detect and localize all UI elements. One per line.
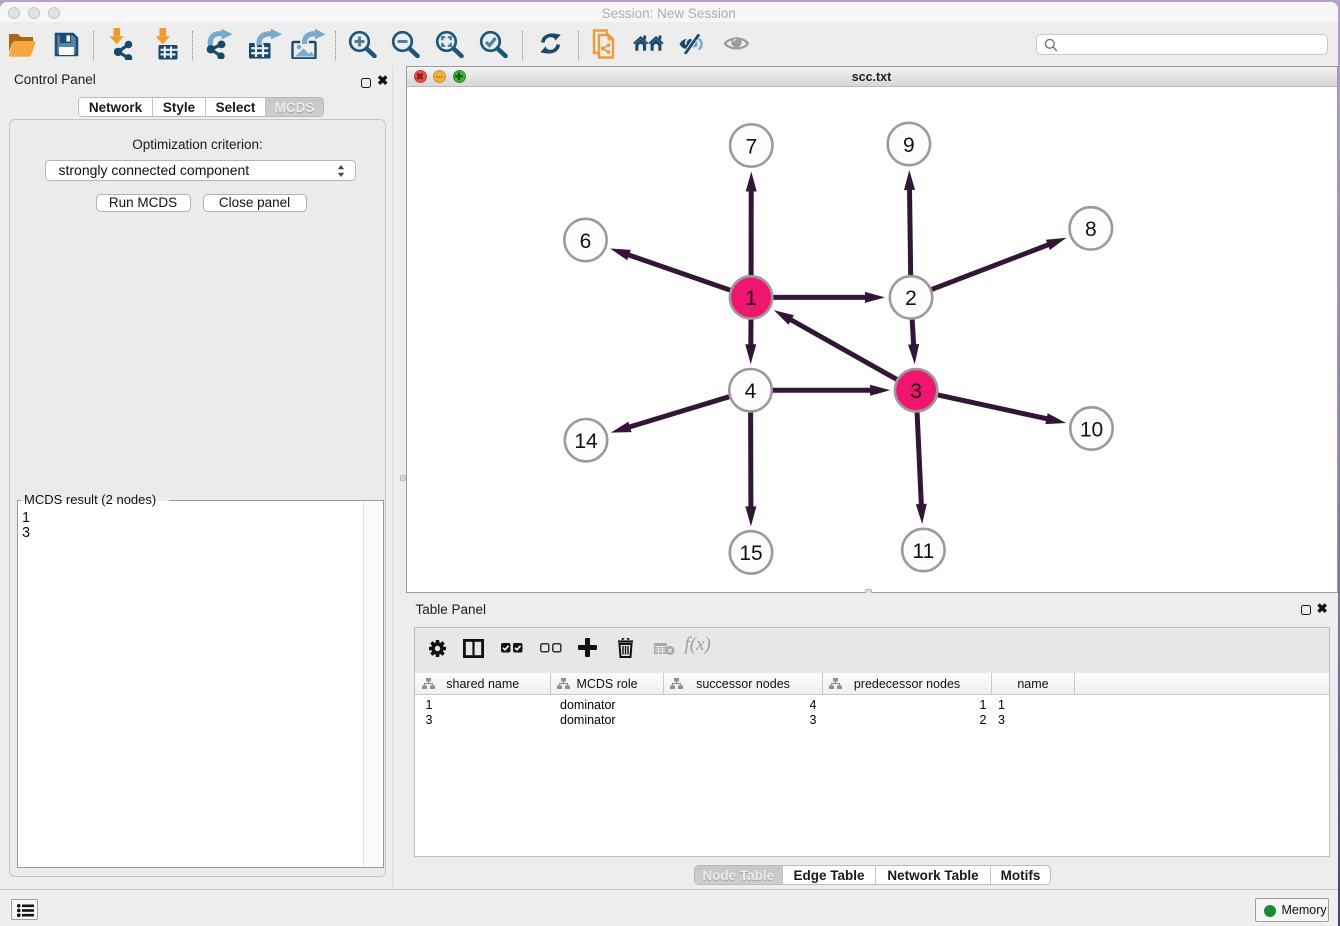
svg-text:6: 6 (579, 230, 591, 253)
svg-text:8: 8 (1084, 218, 1096, 241)
svg-text:10: 10 (1079, 418, 1102, 441)
svg-text:11: 11 (912, 540, 934, 563)
svg-text:2: 2 (905, 287, 917, 310)
svg-text:15: 15 (739, 542, 762, 565)
svg-text:4: 4 (744, 380, 756, 403)
svg-text:9: 9 (903, 134, 915, 157)
svg-text:1: 1 (745, 287, 757, 310)
svg-text:14: 14 (574, 430, 598, 453)
svg-text:7: 7 (745, 135, 757, 158)
svg-text:3: 3 (910, 380, 922, 403)
